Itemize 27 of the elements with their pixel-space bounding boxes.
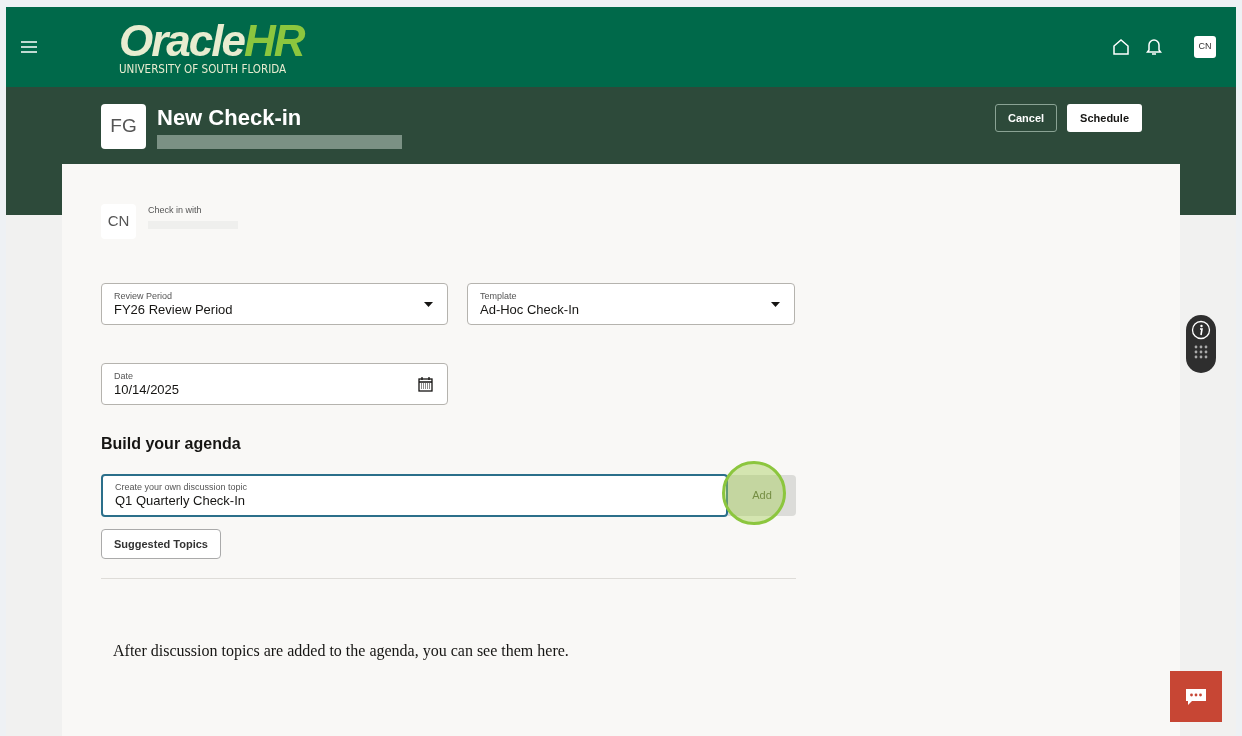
empty-agenda-message: After discussion topics are added to the agenda, you can see them here. [113,641,570,662]
suggested-topics-button[interactable]: Suggested Topics [101,529,221,559]
check-in-with-label: Check in with [148,204,203,217]
home-icon[interactable] [1112,38,1130,56]
dropdown-field[interactable]: Review Period FY26 Review Period [101,283,448,325]
chat-button[interactable] [1170,671,1222,722]
menu-icon[interactable] [20,40,38,54]
schedule-button[interactable]: Schedule [1067,104,1142,132]
page-title: New Check-in [157,104,303,132]
dropdown-caret-icon [424,301,433,307]
dot-grid-icon [1194,345,1208,359]
calendar-icon [418,376,433,392]
info-icon [1191,320,1211,340]
topic-input-field[interactable]: Create your own discussion topic Q1 Quarterly Check-In [101,474,728,517]
notification-bell-icon[interactable] [1146,38,1162,56]
employee-avatar: FG [101,104,146,149]
cancel-button[interactable]: Cancel [995,104,1058,132]
logo-subtitle: UNIVERSITY OF SOUTH FLORIDA [119,62,287,75]
info-panel-toggle[interactable] [1186,315,1216,373]
dropdown-field[interactable]: Template Ad-Hoc Check-In [467,283,795,325]
logo-wordmark: OracleHR [119,19,306,63]
date-field[interactable]: Date 10/14/2025 [101,363,448,405]
user-avatar[interactable]: CN [1194,36,1216,58]
dropdown-caret-icon [771,301,780,307]
chat-bubble-icon [1185,687,1207,706]
manager-avatar: CN [101,204,136,239]
section-heading: Build your agenda [101,434,242,454]
